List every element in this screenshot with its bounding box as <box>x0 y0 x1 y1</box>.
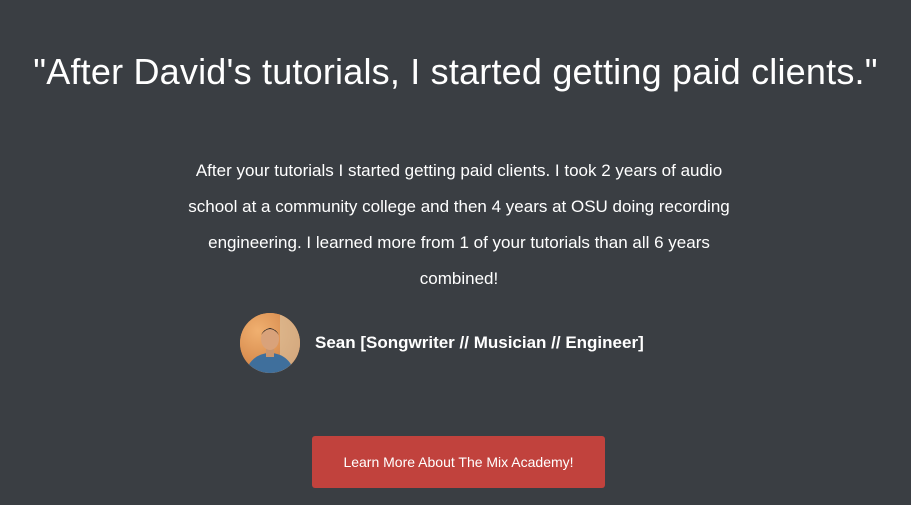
testimonial-body: After your tutorials I started getting p… <box>188 161 730 288</box>
avatar <box>240 313 300 373</box>
author-name: Sean [Songwriter // Musician // Engineer… <box>315 333 644 352</box>
learn-more-button[interactable]: Learn More About The Mix Academy! <box>312 436 605 488</box>
testimonial-author: Sean [Songwriter // Musician // Engineer… <box>240 313 644 373</box>
testimonial-headline: "After David's tutorials, I started gett… <box>33 51 878 92</box>
person-photo-icon <box>240 313 300 373</box>
testimonial-section: "After David's tutorials, I started gett… <box>0 0 911 505</box>
